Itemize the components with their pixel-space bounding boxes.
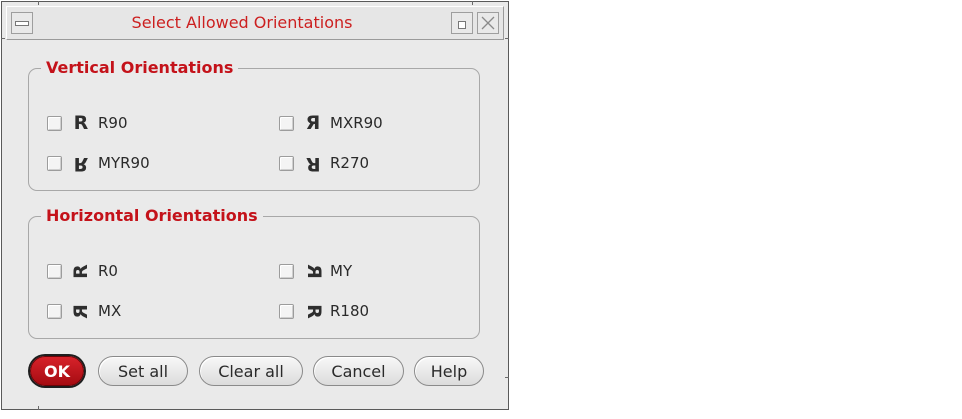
orientation-r270-icon: R <box>305 152 321 175</box>
orientation-r180-icon: R <box>302 303 325 319</box>
frame-tick <box>472 1 473 5</box>
orientation-myr90-icon: R <box>73 152 89 175</box>
ok-button[interactable]: OK <box>30 356 84 386</box>
option-label: MY <box>330 262 353 280</box>
checkbox-r90[interactable] <box>47 115 62 131</box>
option-label: R90 <box>98 114 128 132</box>
orientation-my-icon: R <box>302 263 325 279</box>
cancel-button[interactable]: Cancel <box>313 356 404 386</box>
option-my[interactable]: R MY <box>279 259 352 283</box>
orientation-r90-icon: R <box>73 111 89 134</box>
frame-tick <box>38 1 39 5</box>
frame-tick <box>505 38 509 39</box>
option-myr90[interactable]: R MYR90 <box>47 151 150 175</box>
checkbox-my[interactable] <box>279 263 294 279</box>
title-bar[interactable]: Select Allowed Orientations <box>6 6 504 40</box>
vertical-orientations-group: Vertical Orientations R R90 Я MXR90 R MY… <box>28 58 480 191</box>
window-menu-button[interactable] <box>11 12 33 34</box>
dialog-window: Select Allowed Orientations Vertical Ori… <box>1 1 509 410</box>
window-menu-icon <box>15 20 29 26</box>
orientation-mx-icon: R <box>69 303 92 319</box>
vertical-orientations-title: Vertical Orientations <box>41 58 239 78</box>
iconify-icon <box>458 21 466 29</box>
orientation-mxr90-icon: Я <box>305 111 321 134</box>
option-label: R270 <box>330 154 370 172</box>
checkbox-r0[interactable] <box>47 263 62 279</box>
option-label: R180 <box>330 302 370 320</box>
close-button[interactable] <box>477 12 499 34</box>
option-label: MYR90 <box>98 154 150 172</box>
frame-tick <box>1 38 5 39</box>
option-label: MX <box>98 302 122 320</box>
help-button[interactable]: Help <box>414 356 484 386</box>
checkbox-myr90[interactable] <box>47 155 62 171</box>
close-icon <box>481 16 495 30</box>
option-r0[interactable]: R R0 <box>47 259 118 283</box>
checkbox-r270[interactable] <box>279 155 294 171</box>
frame-tick <box>505 377 509 378</box>
clear-all-button[interactable]: Clear all <box>199 356 303 386</box>
horizontal-orientations-group: Horizontal Orientations R R0 R MY R MX R… <box>28 206 480 339</box>
option-label: MXR90 <box>330 114 383 132</box>
set-all-button[interactable]: Set all <box>98 356 188 386</box>
option-r270[interactable]: R R270 <box>279 151 369 175</box>
option-r90[interactable]: R R90 <box>47 111 128 135</box>
checkbox-r180[interactable] <box>279 303 294 319</box>
horizontal-orientations-title: Horizontal Orientations <box>41 206 263 226</box>
iconify-button[interactable] <box>451 12 473 34</box>
option-mxr90[interactable]: Я MXR90 <box>279 111 383 135</box>
frame-tick <box>38 406 39 410</box>
orientation-r0-icon: R <box>69 263 92 279</box>
checkbox-mx[interactable] <box>47 303 62 319</box>
option-label: R0 <box>98 262 118 280</box>
checkbox-mxr90[interactable] <box>279 115 294 131</box>
option-mx[interactable]: R MX <box>47 299 121 323</box>
dialog-title: Select Allowed Orientations <box>131 13 353 32</box>
option-r180[interactable]: R R180 <box>279 299 369 323</box>
